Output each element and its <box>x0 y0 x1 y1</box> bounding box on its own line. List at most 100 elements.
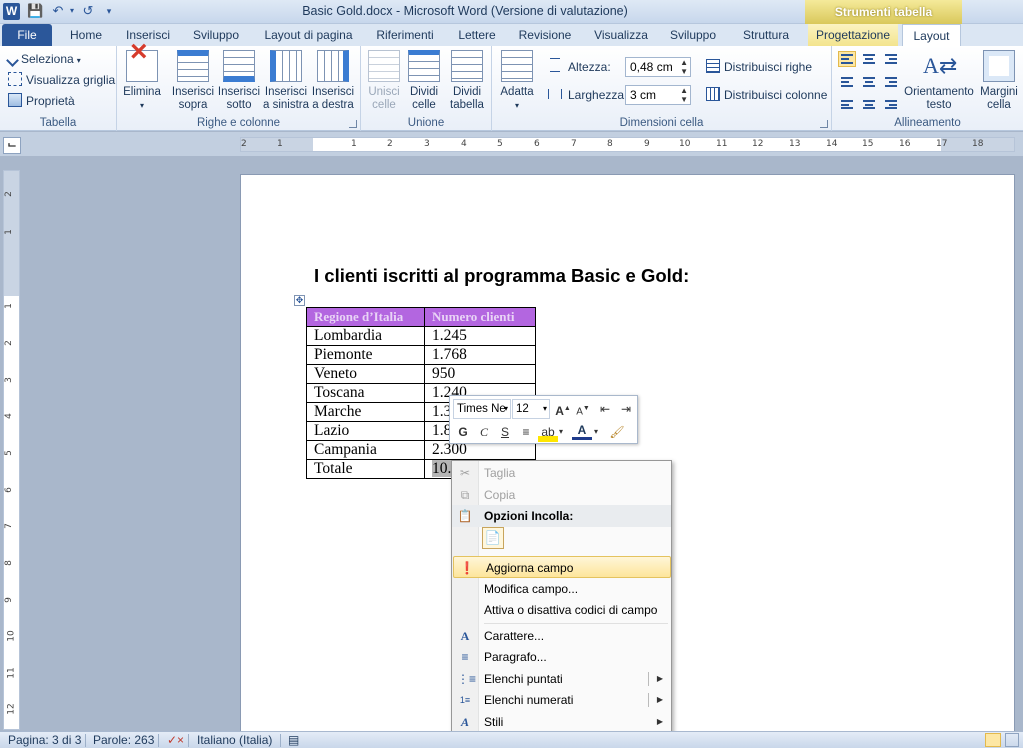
status-language[interactable]: Italiano (Italia) <box>197 733 272 747</box>
align-top-right-icon[interactable] <box>882 51 900 67</box>
larghezza-input[interactable]: 3 cm ▲ ▼ <box>625 85 691 105</box>
undo-dropdown-icon[interactable]: ▾ <box>64 3 80 19</box>
tab-revisione[interactable]: Revisione <box>511 24 579 46</box>
table-cell[interactable]: Lombardia <box>306 325 425 346</box>
align-bottom-center-icon[interactable] <box>860 93 878 109</box>
status-words[interactable]: Parole: 263 <box>93 733 154 747</box>
save-icon[interactable]: 💾 <box>27 3 43 19</box>
table-header-cell[interactable]: Numero clienti <box>424 307 536 327</box>
font-name-combo[interactable]: Times Ne ▾ <box>453 399 511 419</box>
table-cell[interactable]: Campania <box>306 439 425 460</box>
highlight-color-icon[interactable]: ab <box>538 422 558 442</box>
inserisci-destra-button[interactable]: Inserisci a destra <box>310 48 356 112</box>
table-cell[interactable]: Lazio <box>306 420 425 441</box>
unisci-celle-button[interactable]: Unisci celle <box>365 48 403 112</box>
font-color-icon[interactable]: A <box>572 422 592 440</box>
table-cell[interactable]: Marche <box>306 401 425 422</box>
tab-home[interactable]: Home <box>60 24 112 46</box>
tab-sviluppo[interactable]: Sviluppo <box>185 24 247 46</box>
table-cell[interactable]: Toscana <box>306 382 425 403</box>
spinner-arrows-icon[interactable]: ▲ ▼ <box>680 58 688 76</box>
margini-cella-button[interactable]: Margini cella <box>978 48 1020 112</box>
increase-indent-icon[interactable]: ⇥ <box>616 399 636 419</box>
menu-item-elenchi-puntati[interactable]: ⋮≡ Elenchi puntati ▶ <box>452 668 671 690</box>
orientamento-testo-button[interactable]: A⇄ Orientamento testo <box>902 48 976 112</box>
adatta-button[interactable]: Adatta ▾ <box>496 48 538 112</box>
horizontal-ruler[interactable]: 2 1 1 2 3 4 5 6 7 8 9 10 11 12 13 14 15 … <box>240 137 1015 152</box>
distribuisci-colonne-button[interactable]: Distribuisci colonne <box>706 85 827 105</box>
document-heading[interactable]: I clienti iscritti al programma Basic e … <box>314 265 689 287</box>
inserisci-sinistra-button[interactable]: Inserisci a sinistra <box>262 48 310 112</box>
status-page[interactable]: Pagina: 3 di 3 <box>8 733 81 747</box>
visualizza-griglia-button[interactable]: Visualizza griglia <box>8 70 115 90</box>
dialog-launcher-icon[interactable] <box>820 120 828 128</box>
dividi-celle-button[interactable]: Dividi celle <box>405 48 443 112</box>
tab-struttura[interactable]: Struttura <box>732 24 800 46</box>
bold-button[interactable]: G <box>453 422 473 442</box>
menu-item-taglia[interactable]: ✂ Taglia <box>452 462 671 484</box>
proofing-icon[interactable]: ✓× <box>167 733 184 747</box>
format-painter-icon[interactable]: 🖌 <box>607 422 627 442</box>
font-size-combo[interactable]: 12 ▾ <box>512 399 550 419</box>
align-middle-left-icon[interactable] <box>838 72 856 88</box>
tab-selector-icon[interactable]: ⌙ <box>3 137 21 154</box>
align-top-center-icon[interactable] <box>860 51 878 67</box>
shrink-font-icon[interactable]: A▼ <box>573 399 593 419</box>
tab-inserisci[interactable]: Inserisci <box>119 24 177 46</box>
table-cell[interactable]: Piemonte <box>306 344 425 365</box>
italic-button[interactable]: C <box>474 422 494 442</box>
clients-table[interactable]: Regione d’Italia Numero clienti Lombardi… <box>306 307 536 479</box>
table-header-cell[interactable]: Regione d’Italia <box>306 307 425 327</box>
align-middle-center-icon[interactable] <box>860 72 878 88</box>
table-cell[interactable]: 1.768 <box>424 344 536 365</box>
tab-layout-di-pagina[interactable]: Layout di pagina <box>258 24 359 46</box>
dropdown-arrow-icon[interactable]: ▾ <box>591 422 601 442</box>
table-cell[interactable]: 1.245 <box>424 325 536 346</box>
inserisci-sopra-button[interactable]: Inserisci sopra <box>169 48 217 112</box>
align-middle-right-icon[interactable] <box>882 72 900 88</box>
paste-keep-formatting-icon[interactable]: 📄 <box>482 527 504 549</box>
table-cell[interactable]: Totale <box>306 458 425 479</box>
vertical-ruler[interactable]: 2 1 1 2 3 4 5 6 7 8 9 10 11 12 <box>3 170 20 730</box>
proprieta-button[interactable]: Proprietà <box>8 91 75 111</box>
menu-item-elenchi-numerati[interactable]: 1≡ Elenchi numerati ▶ <box>452 689 671 711</box>
word-app-icon[interactable]: W <box>3 3 20 20</box>
distribuisci-righe-button[interactable]: Distribuisci righe <box>706 57 812 77</box>
dividi-tabella-button[interactable]: Dividi tabella <box>447 48 487 112</box>
underline-button[interactable]: S <box>495 422 515 442</box>
menu-item-aggiorna-campo[interactable]: ❗ Aggiorna campo <box>453 556 671 578</box>
tab-sviluppo-2[interactable]: Sviluppo <box>662 24 724 46</box>
align-top-left-icon[interactable] <box>838 51 856 67</box>
menu-item-carattere[interactable]: A Carattere... <box>452 625 671 647</box>
menu-item-stili[interactable]: A Stili ▶ <box>452 711 671 733</box>
macro-record-icon[interactable]: ▤ <box>288 733 299 747</box>
dropdown-arrow-icon[interactable]: ▾ <box>556 422 566 442</box>
align-bottom-left-icon[interactable] <box>838 93 856 109</box>
tab-visualizza[interactable]: Visualizza <box>588 24 654 46</box>
spinner-arrows-icon[interactable]: ▲ ▼ <box>680 86 688 104</box>
menu-item-copia[interactable]: ⧉ Copia <box>452 484 671 506</box>
redo-icon[interactable]: ↺ <box>80 3 96 19</box>
seleziona-button[interactable]: Seleziona ▾ <box>6 49 81 69</box>
full-screen-view-icon[interactable] <box>1005 733 1019 747</box>
customize-quick-access-icon[interactable]: ▾ <box>101 3 117 19</box>
menu-item-paragrafo[interactable]: ≡ Paragrafo... <box>452 646 671 668</box>
tab-layout[interactable]: Layout <box>902 24 961 47</box>
inserisci-sotto-button[interactable]: Inserisci sotto <box>217 48 261 112</box>
print-layout-view-icon[interactable] <box>985 733 1001 747</box>
dialog-launcher-icon[interactable] <box>349 120 357 128</box>
tab-lettere[interactable]: Lettere <box>451 24 503 46</box>
table-move-handle-icon[interactable]: ✥ <box>294 295 305 306</box>
table-cell[interactable]: 950 <box>424 363 536 384</box>
grow-font-icon[interactable]: A▲ <box>553 399 573 419</box>
menu-item-attiva-codici[interactable]: Attiva o disattiva codici di campo <box>452 599 671 621</box>
center-align-icon[interactable]: ≡ <box>516 422 536 442</box>
tab-riferimenti[interactable]: Riferimenti <box>367 24 443 46</box>
tab-progettazione[interactable]: Progettazione <box>808 24 898 46</box>
tab-file[interactable]: File <box>2 24 52 46</box>
table-cell[interactable]: Veneto <box>306 363 425 384</box>
altezza-input[interactable]: 0,48 cm ▲ ▼ <box>625 57 691 77</box>
menu-item-modifica-campo[interactable]: Modifica campo... <box>452 578 671 600</box>
align-bottom-right-icon[interactable] <box>882 93 900 109</box>
decrease-indent-icon[interactable]: ⇤ <box>595 399 615 419</box>
